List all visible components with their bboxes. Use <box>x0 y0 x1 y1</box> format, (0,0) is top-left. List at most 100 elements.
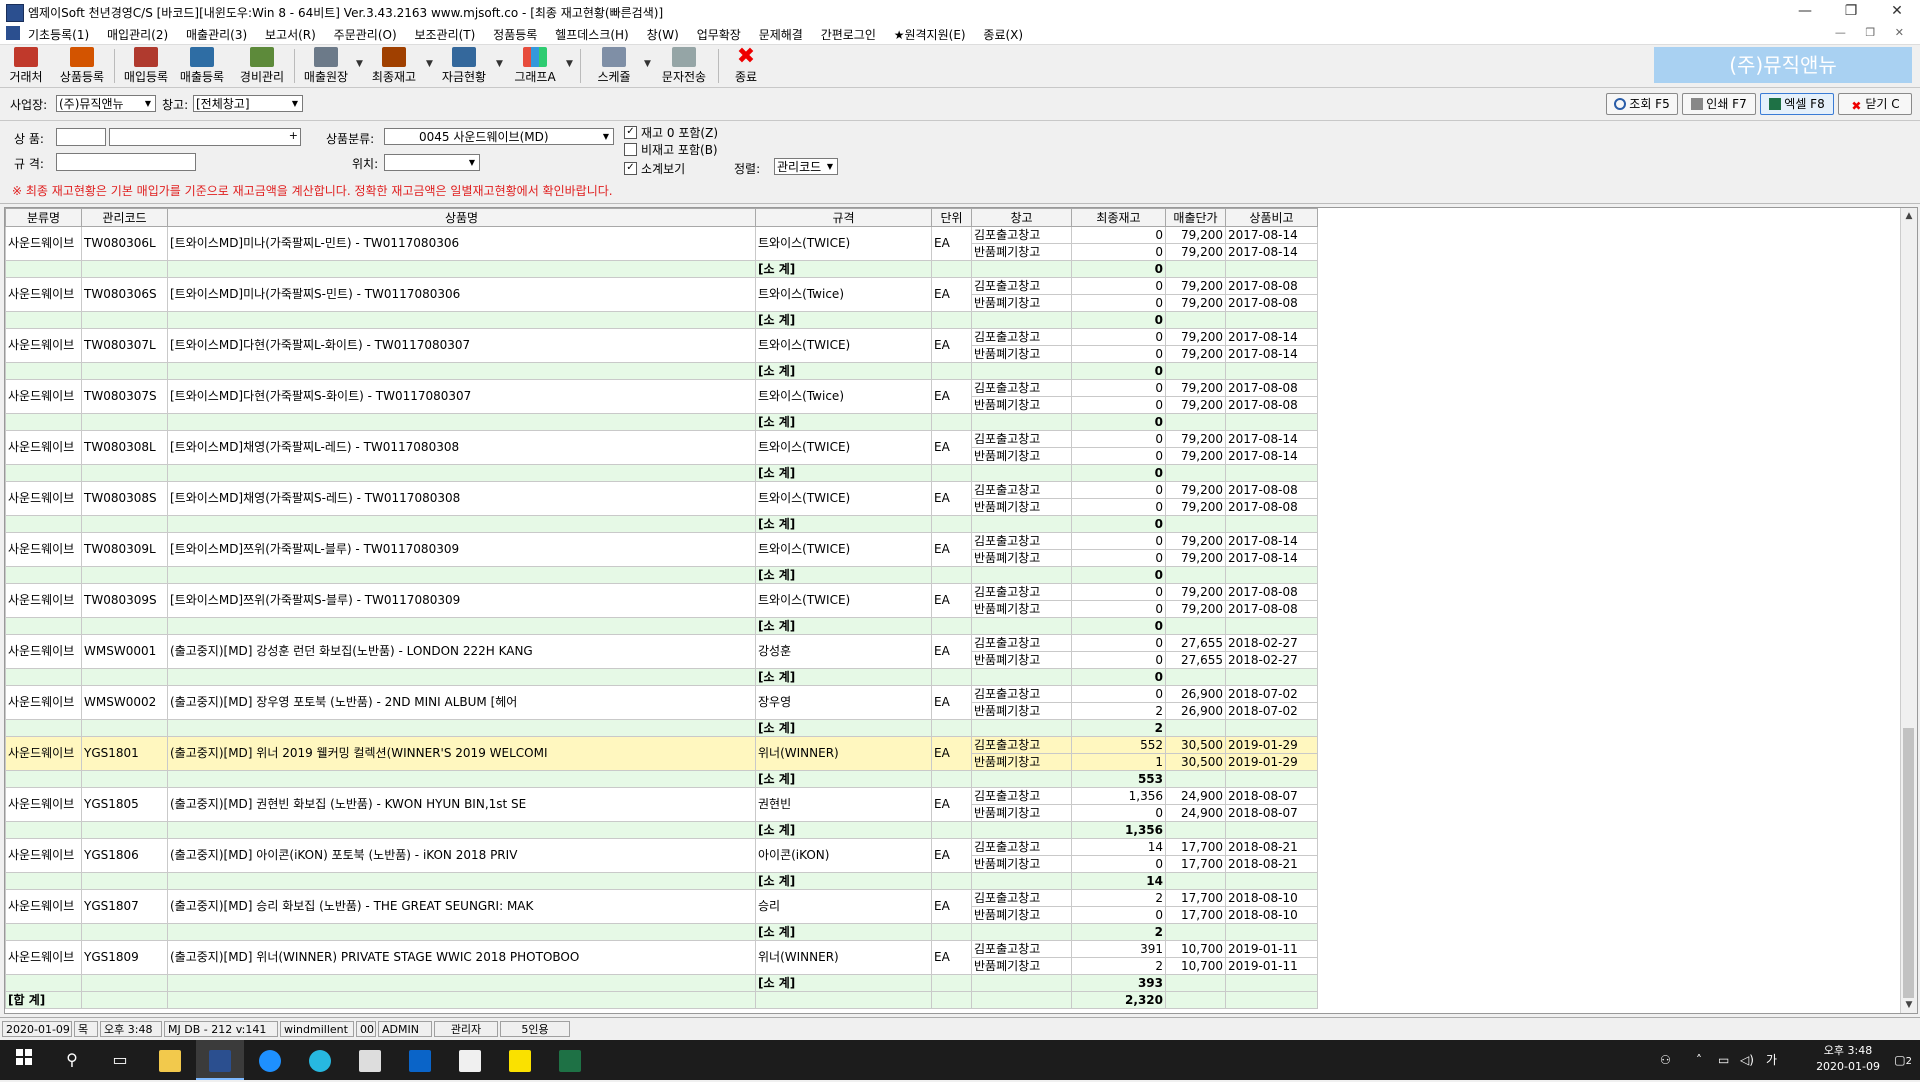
cell-empty[interactable] <box>971 821 1072 839</box>
excel-f8-button[interactable]: 엑셀 F8 <box>1760 93 1834 115</box>
cell-empty[interactable] <box>81 923 168 941</box>
cell-empty[interactable] <box>1165 260 1226 278</box>
subtotal-row[interactable]: [소 계] 553 <box>5 770 1318 788</box>
cell-final-stock[interactable]: 0 <box>1071 226 1166 244</box>
cell-note[interactable]: 2019-01-11 <box>1225 957 1318 975</box>
cell-code[interactable]: YGS1807 <box>81 889 168 924</box>
cell-category[interactable]: 사운드웨이브 <box>5 940 82 975</box>
cell-warehouse[interactable]: 반품폐기창고 <box>971 345 1072 363</box>
subtotal-label[interactable]: [소 계] <box>755 413 932 431</box>
cell-code[interactable]: TW080308S <box>81 481 168 516</box>
subtotal-qty[interactable]: 0 <box>1071 311 1166 329</box>
cell-empty[interactable] <box>1165 719 1226 737</box>
cell-category[interactable]: 사운드웨이브 <box>5 787 82 822</box>
table-row[interactable]: 사운드웨이브 YGS1806 (출고중지)[MD] 아이콘(iKON) 포토북 (노… <box>5 838 1318 873</box>
subtotal-qty[interactable]: 2 <box>1071 719 1166 737</box>
cell-note[interactable]: 2017-08-08 <box>1225 481 1318 499</box>
subtotal-label[interactable]: [소 계] <box>755 617 932 635</box>
cell-note[interactable]: 2017-08-14 <box>1225 532 1318 550</box>
cell-empty[interactable] <box>5 464 82 482</box>
cell-category[interactable]: 사운드웨이브 <box>5 838 82 873</box>
print-f7-button[interactable]: 인쇄 F7 <box>1682 93 1756 115</box>
subtotal-qty[interactable]: 1,356 <box>1071 821 1166 839</box>
cell-final-stock[interactable]: 0 <box>1071 243 1166 261</box>
table-row[interactable]: 사운드웨이브 TW080309L [트와이스MD]쯔위(가죽팔찌L-블루) - TW… <box>5 532 1318 567</box>
col-warehouse[interactable]: 창고 <box>971 208 1072 227</box>
cell-note[interactable]: 2018-08-21 <box>1225 838 1318 856</box>
cell-sale-price[interactable]: 79,200 <box>1165 549 1226 567</box>
cell-warehouse[interactable]: 김포출고창고 <box>971 583 1072 601</box>
menu-easy-login[interactable]: 간편로그인 <box>821 28 876 42</box>
cell-category[interactable]: 사운드웨이브 <box>5 379 82 414</box>
cell-sale-price[interactable]: 27,655 <box>1165 651 1226 669</box>
cell-final-stock[interactable]: 2 <box>1071 957 1166 975</box>
cell-warehouse[interactable]: 반품폐기창고 <box>971 549 1072 567</box>
cell-sale-price[interactable]: 79,200 <box>1165 532 1226 550</box>
cell-empty[interactable] <box>931 260 972 278</box>
cell-final-stock[interactable]: 391 <box>1071 940 1166 958</box>
scroll-up-icon[interactable]: ▲ <box>1901 208 1917 224</box>
mjsoft-app-icon[interactable] <box>196 1040 244 1080</box>
cell-name[interactable]: (출고중지)[MD] 아이콘(iKON) 포토북 (노반품) - iKON 20… <box>167 838 756 873</box>
cell-note[interactable]: 2018-08-07 <box>1225 804 1318 822</box>
cell-sale-price[interactable]: 17,700 <box>1165 906 1226 924</box>
cell-empty[interactable] <box>1225 872 1318 890</box>
subtotal-label[interactable]: [소 계] <box>755 668 932 686</box>
cell-empty[interactable] <box>167 668 756 686</box>
cell-empty[interactable] <box>167 413 756 431</box>
cell-empty[interactable] <box>931 515 972 533</box>
cell-unit[interactable]: EA <box>931 736 972 771</box>
cell-code[interactable]: TW080307L <box>81 328 168 363</box>
cell-empty[interactable] <box>1225 770 1318 788</box>
cell-warehouse[interactable]: 반품폐기창고 <box>971 906 1072 924</box>
cell-code[interactable]: YGS1801 <box>81 736 168 771</box>
cell-empty[interactable] <box>167 464 756 482</box>
cell-empty[interactable] <box>971 617 1072 635</box>
cell-empty[interactable] <box>1225 923 1318 941</box>
cell-warehouse[interactable]: 반품폐기창고 <box>971 243 1072 261</box>
cell-unit[interactable]: EA <box>931 685 972 720</box>
product-name-input[interactable]: + <box>109 128 301 146</box>
scroll-down-icon[interactable]: ▼ <box>1901 997 1917 1013</box>
table-row[interactable]: 사운드웨이브 TW080309S [트와이스MD]쯔위(가죽팔찌S-블루) - TW… <box>5 583 1318 618</box>
cell-category[interactable]: 사운드웨이브 <box>5 430 82 465</box>
col-category[interactable]: 분류명 <box>5 208 82 227</box>
cell-empty[interactable] <box>5 617 82 635</box>
menu-aux[interactable]: 보조관리(T) <box>414 28 475 42</box>
subtotal-label[interactable]: [소 계] <box>755 362 932 380</box>
table-row[interactable]: 사운드웨이브 TW080308L [트와이스MD]채영(가죽팔찌L-레드) - TW… <box>5 430 1318 465</box>
cell-category[interactable]: 사운드웨이브 <box>5 634 82 669</box>
cell-empty[interactable] <box>167 311 756 329</box>
cell-sale-price[interactable]: 26,900 <box>1165 702 1226 720</box>
cell-category[interactable]: 사운드웨이브 <box>5 685 82 720</box>
cell-empty[interactable] <box>1165 821 1226 839</box>
cell-final-stock[interactable]: 1 <box>1071 753 1166 771</box>
table-row[interactable]: 사운드웨이브 TW080308S [트와이스MD]채영(가죽팔찌S-레드) - TW… <box>5 481 1318 516</box>
cell-spec[interactable]: 강성훈 <box>755 634 932 669</box>
cell-sale-price[interactable]: 79,200 <box>1165 498 1226 516</box>
toolbar-expense-button[interactable]: 경비관리 <box>236 47 288 85</box>
subtotal-label[interactable]: [소 계] <box>755 974 932 992</box>
cell-empty[interactable] <box>81 566 168 584</box>
scroll-thumb[interactable] <box>1903 728 1914 998</box>
cell-final-stock[interactable]: 0 <box>1071 345 1166 363</box>
outlook-icon[interactable] <box>396 1040 444 1080</box>
table-row[interactable]: 사운드웨이브 YGS1807 (출고중지)[MD] 승리 화보집 (노반품) - T… <box>5 889 1318 924</box>
cell-category[interactable]: 사운드웨이브 <box>5 532 82 567</box>
cell-name[interactable]: [트와이스MD]채영(가죽팔찌L-레드) - TW0117080308 <box>167 430 756 465</box>
cell-final-stock[interactable]: 0 <box>1071 328 1166 346</box>
cell-empty[interactable] <box>1225 821 1318 839</box>
toolbar-final-stock-button[interactable]: 최종재고 <box>368 47 420 85</box>
cell-warehouse[interactable]: 반품폐기창고 <box>971 957 1072 975</box>
subtotal-row[interactable]: [소 계] 14 <box>5 872 1318 890</box>
cell-warehouse[interactable]: 반품폐기창고 <box>971 600 1072 618</box>
cell-empty[interactable] <box>1225 260 1318 278</box>
cell-name[interactable]: [트와이스MD]다현(가죽팔찌S-화이트) - TW0117080307 <box>167 379 756 414</box>
cell-empty[interactable] <box>1225 719 1318 737</box>
product-code-input[interactable] <box>56 128 106 146</box>
cell-empty[interactable] <box>931 821 972 839</box>
cell-final-stock[interactable]: 2 <box>1071 702 1166 720</box>
cell-category[interactable]: 사운드웨이브 <box>5 277 82 312</box>
volume-icon[interactable]: ◁) <box>1740 1040 1754 1080</box>
toolbar-partner-button[interactable]: 거래처 <box>6 47 46 85</box>
